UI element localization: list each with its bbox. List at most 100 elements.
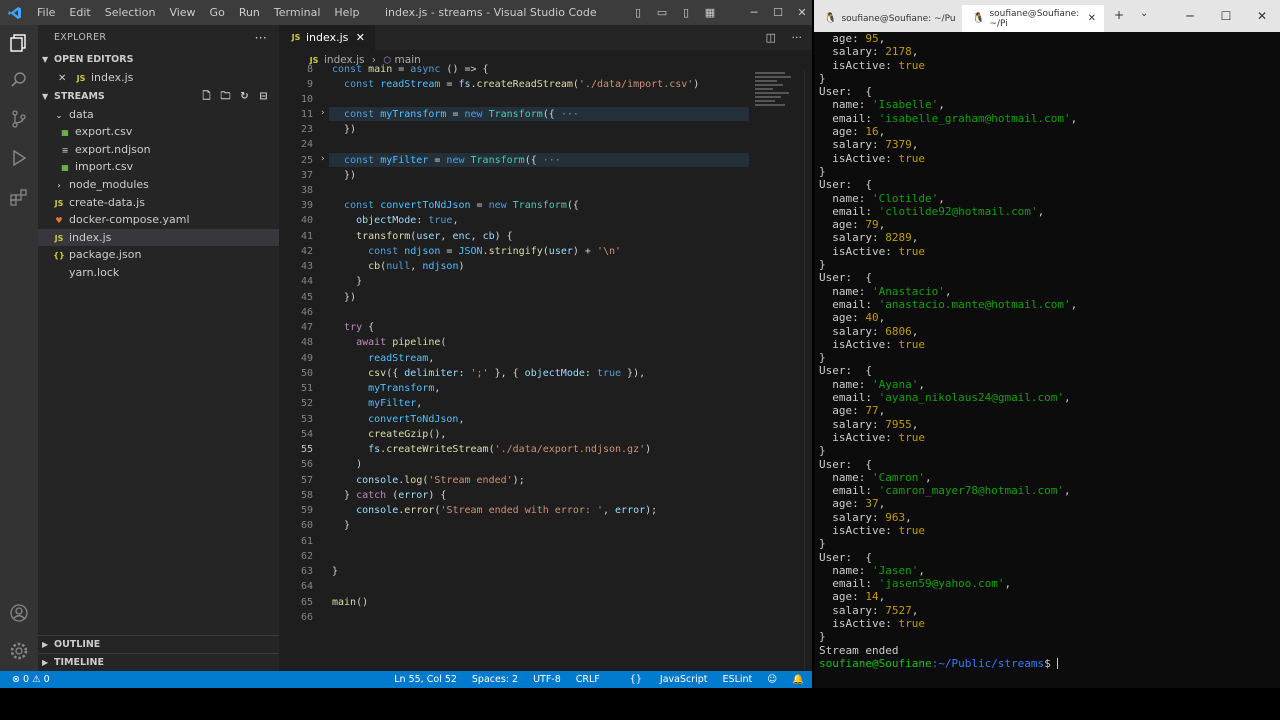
open-editors-header[interactable]: ▼ OPEN EDITORS [38, 51, 279, 69]
indentation[interactable]: Spaces: 2 [472, 671, 518, 688]
chevron-right-icon: ▶ [42, 658, 49, 667]
open-editor-item[interactable]: ✕ JS index.js [38, 69, 279, 87]
close-icon[interactable]: ✕ [58, 70, 74, 88]
extensions-icon[interactable] [7, 185, 31, 209]
code-line: csv({ delimiter: ';' }, { objectMode: tr… [368, 368, 646, 379]
code-line: const convertToNdJson = new Transform({ [344, 200, 579, 211]
refresh-icon[interactable]: ↻ [235, 88, 254, 106]
terminal-line: salary: 7527, [819, 603, 919, 617]
tree-item-node_modules[interactable]: › node_modules [38, 176, 279, 194]
explorer-title-text: EXPLORER [54, 32, 107, 43]
terminal-line: isActive: true [819, 244, 925, 258]
minimap[interactable] [755, 70, 795, 130]
user-record-header: User: { [819, 364, 872, 378]
code-line: objectMode: true, [356, 215, 459, 226]
menu-edit[interactable]: Edit [62, 0, 97, 25]
line-number: 51 [300, 383, 313, 394]
code-line: const ndjson = JSON.stringify(user) + '\… [368, 246, 622, 257]
language-mode[interactable]: {} JavaScript [615, 671, 708, 688]
menu-run[interactable]: Run [232, 0, 267, 25]
tree-item-create-data-js[interactable]: JS create-data.js [38, 194, 279, 212]
cursor-position[interactable]: Ln 55, Col 52 [394, 671, 457, 688]
notifications-bell-icon[interactable]: 🔔 [792, 671, 804, 688]
warning-count: 0 [43, 674, 50, 685]
tree-item-index-js[interactable]: JS index.js [38, 228, 279, 247]
language-label: JavaScript [659, 674, 708, 685]
terminal-value: true [898, 244, 925, 258]
customize-layout-icon[interactable]: ▦ [700, 6, 720, 19]
more-actions-icon[interactable]: ··· [792, 31, 803, 44]
timeline-header[interactable]: ▶ TIMELINE [38, 653, 279, 671]
streams-project-header[interactable]: ▼ STREAMS 🗋 🗀 ↻ ⊟ [38, 88, 279, 106]
tree-item-yarn-lock[interactable]: yarn.lock [38, 264, 279, 282]
tree-item-docker-compose-yaml[interactable]: ♥ docker-compose.yaml [38, 211, 279, 229]
new-folder-icon[interactable]: 🗀 [216, 88, 235, 106]
encoding[interactable]: UTF-8 [533, 671, 561, 688]
code-line: const myTransform = new Transform({ ··· [344, 109, 579, 120]
minimize-button[interactable]: ─ [744, 6, 764, 19]
end-of-line[interactable]: CRLF [576, 671, 600, 688]
close-window-button[interactable]: ✕ [792, 6, 812, 19]
toggle-panel-icon[interactable]: ▭ [652, 6, 672, 19]
menu-help[interactable]: Help [327, 0, 366, 25]
line-number: 24 [300, 139, 313, 150]
menu-file[interactable]: File [30, 0, 62, 25]
editor-scrollbar[interactable] [804, 70, 812, 670]
editor-actions: ◫ ··· [754, 25, 802, 50]
new-tab-plus-icon[interactable]: + [1114, 8, 1124, 22]
terminal-line: age: 14, [819, 590, 886, 604]
tab-index-js[interactable]: JS index.js ✕ [279, 25, 375, 50]
tree-item-import-csv[interactable]: ▦ import.csv [38, 158, 279, 176]
menu-selection[interactable]: Selection [98, 0, 163, 25]
menu-terminal[interactable]: Terminal [267, 0, 328, 25]
search-icon[interactable] [7, 68, 31, 92]
line-number: 25 [300, 155, 313, 166]
more-actions-icon[interactable]: ··· [255, 25, 267, 51]
eslint-status[interactable]: ESLint [723, 671, 753, 688]
tree-item-data[interactable]: ⌄ data [38, 106, 279, 124]
close-tab-icon[interactable]: ✕ [356, 31, 365, 44]
minimize-button[interactable]: ─ [1172, 9, 1208, 23]
chevron-down-icon[interactable]: ⌄ [1140, 8, 1148, 19]
fold-chevron-icon[interactable]: › [320, 108, 325, 118]
new-file-icon[interactable]: 🗋 [197, 88, 216, 106]
tree-item-package-json[interactable]: {} package.json [38, 246, 279, 264]
status-bar: ⊗ 0 ⚠ 0 Ln 55, Col 52 Spaces: 2 UTF-8 CR… [0, 671, 812, 688]
terminal-value: soufiane@Soufiane [819, 656, 932, 670]
source-control-icon[interactable] [7, 107, 31, 131]
menu-go[interactable]: Go [203, 0, 232, 25]
tab-label: index.js [306, 31, 349, 44]
close-window-button[interactable]: ✕ [1244, 9, 1280, 23]
manage-gear-icon[interactable] [7, 639, 31, 663]
close-tab-icon[interactable]: ✕ [1088, 13, 1096, 24]
window-title: index.js - streams - Visual Studio Code [385, 6, 597, 19]
split-editor-icon[interactable]: ◫ [766, 31, 776, 44]
maximize-button[interactable]: ☐ [768, 6, 788, 19]
tree-item-export-csv[interactable]: ▦ export.csv [38, 123, 279, 141]
maximize-button[interactable]: ☐ [1208, 9, 1244, 23]
line-number: 37 [300, 170, 313, 181]
explorer-icon[interactable] [7, 31, 31, 55]
feedback-icon[interactable]: ☺ [767, 671, 777, 688]
toggle-secondary-icon[interactable]: ▯ [676, 6, 696, 19]
tree-item-export-ndjson[interactable]: ≡ export.ndjson [38, 141, 279, 159]
terminal-tab-2[interactable]: 🐧 soufiane@Soufiane: ~/Pi ✕ [962, 5, 1104, 32]
terminal-line: isActive: true [819, 523, 925, 537]
menu-view[interactable]: View [162, 0, 202, 25]
outline-label: OUTLINE [54, 639, 101, 650]
toggle-sidebar-icon[interactable]: ▯ [628, 6, 648, 19]
fold-chevron-icon[interactable]: › [320, 154, 325, 164]
vscode-logo-icon [0, 0, 30, 25]
line-number: 57 [300, 475, 313, 486]
run-debug-icon[interactable] [7, 146, 31, 170]
terminal-output[interactable]: age: 95, salary: 2178, isActive: true} Us… [819, 32, 1279, 670]
js-file-icon: JS [76, 74, 86, 83]
terminal-line: name: 'Clotilde', [819, 191, 945, 205]
accounts-icon[interactable] [7, 601, 31, 625]
collapse-all-icon[interactable]: ⊟ [254, 88, 273, 106]
code-line: myTransform, [368, 383, 441, 394]
terminal-tab-1[interactable]: 🐧 soufiane@Soufiane: ~/Pu [814, 5, 962, 32]
terminal-value: 37 [865, 497, 879, 511]
problems-indicator[interactable]: ⊗ 0 ⚠ 0 [12, 671, 50, 688]
outline-header[interactable]: ▶ OUTLINE [38, 635, 279, 653]
